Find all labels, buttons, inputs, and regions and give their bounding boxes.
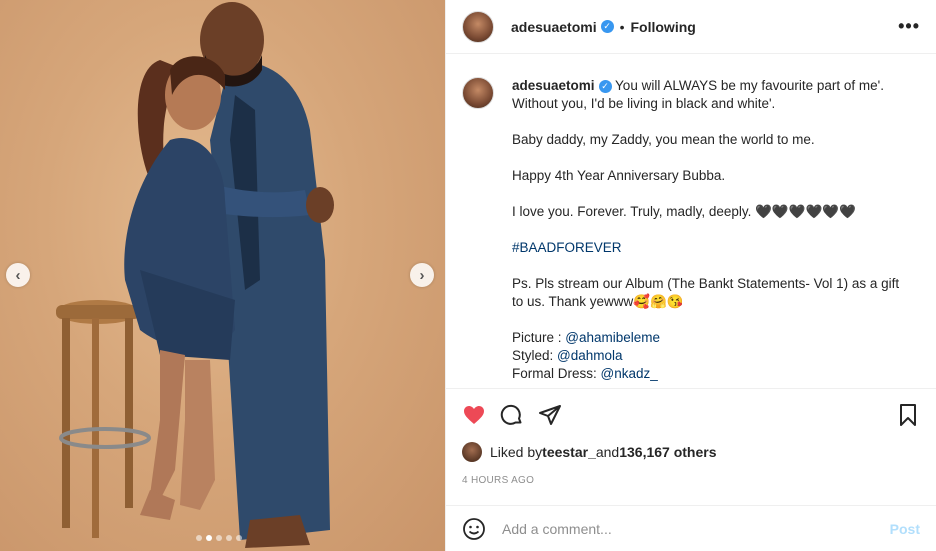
like-heart-icon[interactable]	[462, 403, 486, 427]
share-icon[interactable]	[538, 403, 562, 427]
author-avatar[interactable]	[462, 10, 494, 43]
caption-line-2: Baby daddy, my Zaddy, you mean the world…	[512, 132, 815, 147]
comment-icon[interactable]	[500, 403, 524, 427]
caption-row: adesuaetomi ✓ You will ALWAYS be my favou…	[462, 77, 920, 383]
likes-middle: and	[595, 444, 620, 460]
carousel-dot	[216, 535, 222, 541]
following-button[interactable]: Following	[631, 19, 696, 35]
credit-row: Formal Dress: @nkadz_	[512, 365, 912, 383]
action-bar	[446, 388, 936, 440]
carousel-dot	[226, 535, 232, 541]
post-media[interactable]: ‹ ›	[0, 0, 445, 551]
verified-badge-icon: ✓	[598, 79, 612, 93]
post-photo	[56, 2, 334, 548]
credit-label: Formal Dress:	[512, 366, 601, 381]
post-header: adesuaetomi ✓ • Following •••	[446, 0, 936, 54]
more-options-icon[interactable]: •••	[898, 16, 920, 37]
carousel-indicator	[196, 535, 242, 541]
mention-link[interactable]: @ahamibeleme	[565, 330, 660, 345]
caption-line-3: Happy 4th Year Anniversary Bubba.	[512, 168, 726, 183]
author-username[interactable]: adesuaetomi	[511, 19, 597, 35]
previous-image-button[interactable]: ‹	[6, 263, 30, 287]
comment-input[interactable]	[502, 520, 890, 537]
separator-dot: •	[619, 18, 625, 35]
stool-illustration	[56, 300, 151, 538]
post-comment-button[interactable]: Post	[890, 521, 920, 537]
credit-row: Picture : @ahamibeleme	[512, 329, 912, 347]
caption-text: adesuaetomi ✓ You will ALWAYS be my favou…	[512, 77, 912, 383]
liker-avatar	[462, 442, 482, 462]
caption-paragraph: adesuaetomi ✓ You will ALWAYS be my favou…	[512, 77, 912, 113]
credit-label: Styled:	[512, 348, 558, 363]
credits: Picture : @ahamibeleme Styled: @dahmola …	[512, 329, 912, 383]
chevron-left-icon: ‹	[15, 266, 21, 284]
next-image-button[interactable]: ›	[410, 263, 434, 287]
mention-link[interactable]: @nkadz_	[601, 366, 658, 381]
liker-username[interactable]: teestar_	[542, 444, 596, 460]
caption-username[interactable]: adesuaetomi	[512, 78, 595, 93]
carousel-dot-active	[206, 535, 212, 541]
mention-link[interactable]: @dahmola	[557, 348, 623, 363]
credit-row: Styled: @dahmola	[512, 347, 912, 365]
hashtag-link[interactable]: #BAADFOREVER	[512, 239, 912, 257]
save-bookmark-icon[interactable]	[896, 403, 920, 427]
likes-prefix: Liked by	[490, 444, 543, 460]
carousel-dot	[236, 535, 242, 541]
chevron-right-icon: ›	[419, 266, 425, 284]
caption-line-5: Ps. Pls stream our Album (The Bankt Stat…	[512, 276, 900, 309]
likes-count[interactable]: 136,167 others	[619, 444, 716, 460]
caption-author-avatar[interactable]	[462, 77, 494, 109]
credit-label: Picture :	[512, 330, 566, 345]
verified-badge-icon: ✓	[600, 20, 614, 33]
caption-area[interactable]: adesuaetomi ✓ You will ALWAYS be my favou…	[446, 55, 936, 388]
post-timestamp[interactable]: 4 HOURS AGO	[462, 475, 534, 486]
comment-bar: Post	[446, 505, 936, 551]
emoji-icon[interactable]	[462, 517, 486, 541]
post-details-panel: adesuaetomi ✓ • Following ••• adesuaetom…	[445, 0, 936, 551]
likes-summary[interactable]: Liked by teestar_ and 136,167 others	[462, 442, 717, 462]
caption-line-4: I love you. Forever. Truly, madly, deepl…	[512, 204, 856, 219]
carousel-dot	[196, 535, 202, 541]
